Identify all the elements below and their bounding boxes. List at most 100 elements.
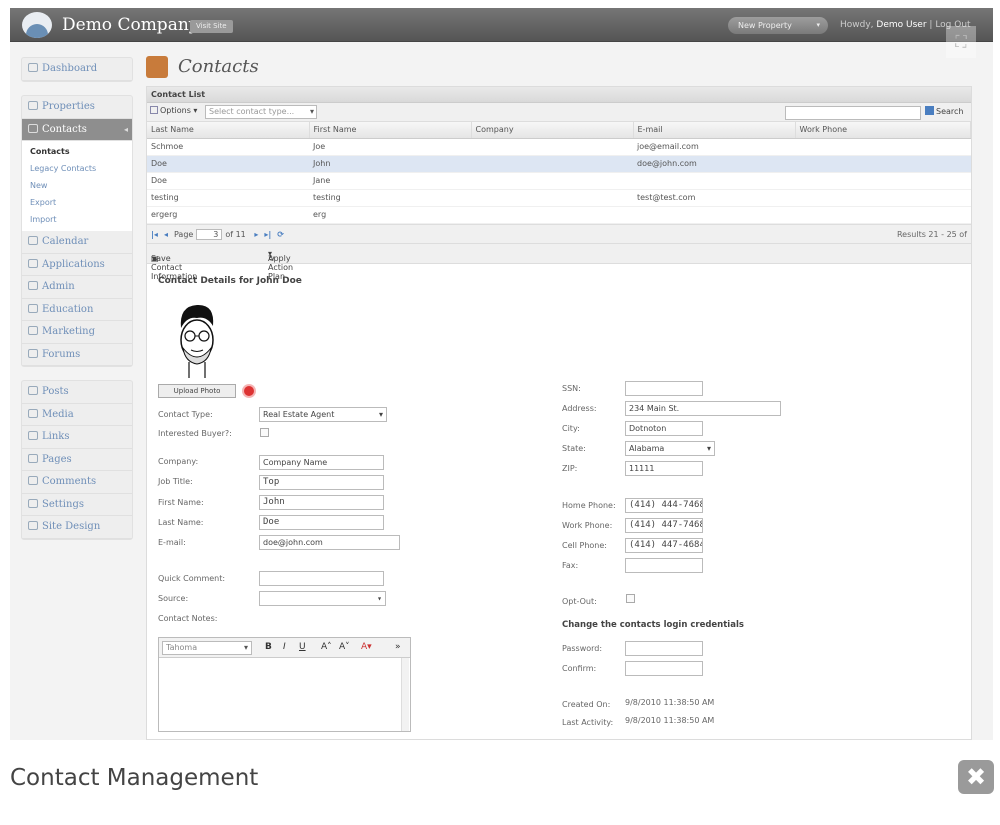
contact-type-select[interactable]: Select contact type... xyxy=(205,105,317,119)
col-first-name[interactable]: First Name xyxy=(309,122,472,139)
cell-phone-field[interactable]: (414) 447-4684 xyxy=(625,537,703,553)
options-menu[interactable]: Options ▾ xyxy=(150,106,197,115)
created-on-label: Created On: xyxy=(562,699,611,709)
zip-field[interactable]: 11111 xyxy=(625,460,703,476)
fax-field[interactable] xyxy=(625,557,703,573)
source-select[interactable] xyxy=(259,590,386,606)
col-email[interactable]: E-mail xyxy=(633,122,796,139)
font-size-down-icon[interactable]: A˅ xyxy=(339,642,350,652)
sidebar-item-comments[interactable]: Comments xyxy=(22,471,132,494)
submenu-item-contacts[interactable]: Contacts xyxy=(22,143,132,160)
address-field[interactable]: 234 Main St. xyxy=(625,400,781,416)
next-page-icon[interactable]: ▸ xyxy=(254,230,258,239)
sidebar-item-links[interactable]: Links xyxy=(22,426,132,449)
options-label: Options xyxy=(160,106,191,115)
sidebar-item-media[interactable]: Media xyxy=(22,404,132,426)
contacts-panel: Contact List Options ▾ Select contact ty… xyxy=(146,86,972,740)
email-field[interactable]: doe@john.com xyxy=(259,534,400,550)
submenu-item-export[interactable]: Export xyxy=(22,194,132,211)
table-cell xyxy=(471,172,633,190)
col-last-name[interactable]: Last Name xyxy=(147,122,310,139)
first-name-field[interactable]: John xyxy=(259,494,384,510)
city-label: City: xyxy=(562,423,580,433)
state-select[interactable]: Alabama xyxy=(625,440,715,456)
confirm-password-field[interactable] xyxy=(625,660,703,676)
last-name-field[interactable]: Doe xyxy=(259,514,384,530)
table-row[interactable]: testing testing test@test.com xyxy=(147,189,971,207)
contact-notes-editor[interactable]: Tahoma B I U A˄ A˅ A▾ » xyxy=(158,636,411,732)
sidebar-item-pages[interactable]: Pages xyxy=(22,449,132,471)
table-cell: John xyxy=(309,155,471,173)
sidebar-item-admin[interactable]: Admin xyxy=(22,276,132,299)
search-button[interactable]: Search xyxy=(925,106,963,116)
visit-site-button[interactable]: Visit Site xyxy=(190,20,233,33)
education-icon xyxy=(28,303,38,313)
sidebar-item-label: Dashboard xyxy=(42,63,98,74)
table-row[interactable]: Doe John doe@john.com xyxy=(147,155,971,173)
search-icon xyxy=(925,106,934,115)
sidebar-item-properties[interactable]: Properties xyxy=(22,96,132,119)
details-title: Contact Details for John Doe xyxy=(158,275,302,286)
city-field[interactable]: Dotnoton xyxy=(625,420,703,436)
user-name[interactable]: Demo User xyxy=(876,20,926,30)
job-title-field[interactable]: Top xyxy=(259,474,384,490)
delete-photo-icon[interactable] xyxy=(242,383,256,398)
page-number-input[interactable]: 3 xyxy=(196,228,223,240)
new-property-button[interactable]: New Property ▾ xyxy=(728,17,828,34)
submenu-item-legacy-contacts[interactable]: Legacy Contacts xyxy=(22,160,132,177)
sidebar-item-marketing[interactable]: Marketing xyxy=(22,321,132,344)
password-field[interactable] xyxy=(625,640,703,656)
font-color-icon[interactable]: A▾ xyxy=(361,642,372,652)
chevron-down-icon: ▾ xyxy=(816,21,820,29)
applications-icon xyxy=(28,258,38,268)
col-work-phone[interactable]: Work Phone xyxy=(795,122,971,139)
opt-out-checkbox[interactable] xyxy=(626,593,635,603)
sidebar-item-calendar[interactable]: Calendar xyxy=(22,231,132,254)
sidebar-item-label: Pages xyxy=(42,453,72,465)
last-page-icon[interactable]: ▸| xyxy=(264,230,271,239)
sidebar-item-label: Links xyxy=(42,431,70,442)
table-row[interactable]: ergerg erg xyxy=(147,206,971,224)
sidebar-item-dashboard[interactable]: Dashboard xyxy=(22,58,132,81)
underline-icon[interactable]: U xyxy=(299,642,306,652)
quick-comment-field[interactable] xyxy=(259,570,384,586)
upload-photo-button[interactable]: Upload Photo xyxy=(158,383,236,398)
prev-page-icon[interactable]: ◂ xyxy=(164,230,168,239)
editor-scrollbar[interactable] xyxy=(401,657,409,731)
contact-type-select[interactable]: Real Estate Agent xyxy=(259,406,387,422)
sidebar-item-settings[interactable]: Settings xyxy=(22,494,132,516)
font-size-up-icon[interactable]: A˄ xyxy=(321,642,332,652)
table-cell xyxy=(471,206,633,224)
submenu-item-new[interactable]: New xyxy=(22,177,132,194)
password-label: Password: xyxy=(562,643,603,653)
bold-icon[interactable]: B xyxy=(265,642,272,652)
interested-buyer-checkbox[interactable] xyxy=(260,427,269,437)
submenu-item-import[interactable]: Import xyxy=(22,211,132,228)
italic-icon[interactable]: I xyxy=(283,642,286,652)
close-icon[interactable]: ✖ xyxy=(958,760,994,794)
table-row[interactable]: Schmoe Joe joe@email.com xyxy=(147,138,971,156)
results-count: Results 21 - 25 of xyxy=(896,229,967,239)
col-company[interactable]: Company xyxy=(471,122,634,139)
home-phone-field[interactable]: (414) 444-7468 xyxy=(625,497,703,513)
sidebar-item-label: Calendar xyxy=(42,236,89,247)
work-phone-field[interactable]: (414) 447-7468 xyxy=(625,517,703,533)
search-input[interactable] xyxy=(785,106,921,120)
sidebar-item-applications[interactable]: Applications xyxy=(22,254,132,276)
sidebar-item-site-design[interactable]: Site Design xyxy=(22,516,132,539)
fullscreen-icon[interactable]: ⛶ xyxy=(946,26,976,58)
collapse-arrow-icon: ◂ xyxy=(123,124,128,134)
company-field[interactable]: Company Name xyxy=(259,454,384,470)
table-row[interactable]: Doe Jane xyxy=(147,172,971,190)
apply-action-plan-button[interactable]: ↻ Apply Action Plan ▾ xyxy=(268,249,293,281)
ssn-field[interactable] xyxy=(625,380,703,396)
sidebar-item-forums[interactable]: Forums xyxy=(22,344,132,366)
first-page-icon[interactable]: |◂ xyxy=(151,230,158,239)
forums-icon xyxy=(28,348,38,358)
sidebar-item-posts[interactable]: Posts xyxy=(22,381,132,404)
more-icon[interactable]: » xyxy=(395,642,401,652)
refresh-icon[interactable]: ⟳ xyxy=(277,230,284,239)
sidebar-item-contacts[interactable]: Contacts ◂ xyxy=(22,118,132,141)
sidebar-item-education[interactable]: Education xyxy=(22,299,132,321)
font-select[interactable]: Tahoma xyxy=(162,640,252,655)
